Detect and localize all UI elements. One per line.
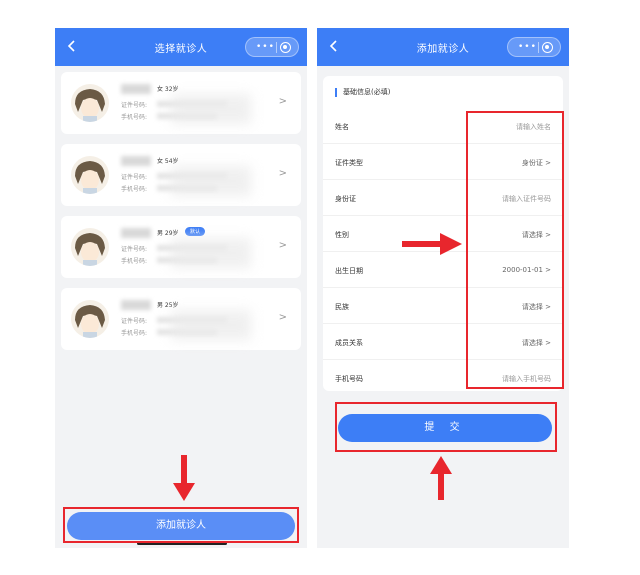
id-label: 证件号码: — [121, 318, 148, 325]
patient-name-blurred — [121, 300, 151, 310]
id-label: 证件号码: — [121, 102, 148, 109]
id-label: 证件号码: — [121, 174, 148, 181]
patient-gender-age: 女 32岁 — [157, 86, 179, 93]
section-title: 基础信息(必填) — [335, 88, 390, 97]
field-label: 性别 — [335, 231, 349, 239]
patient-card[interactable]: 男 25岁 证件号码: 手机号码: > — [61, 288, 301, 350]
more-dots-icon[interactable]: ••• — [518, 43, 537, 52]
chevron-right-icon: > — [278, 96, 287, 107]
patient-name-blurred — [121, 228, 151, 238]
field-label: 手机号码 — [335, 375, 363, 383]
mini-program-capsule[interactable]: ••• — [245, 37, 299, 57]
capsule-divider — [276, 42, 277, 53]
patient-gender-age: 女 54岁 — [157, 158, 179, 165]
avatar — [71, 84, 109, 122]
default-badge: 默认 — [185, 227, 206, 236]
patient-name-blurred — [121, 156, 151, 166]
arrow-right-icon — [402, 233, 462, 255]
privacy-blur — [171, 166, 251, 196]
highlight-form-values — [466, 111, 564, 389]
field-label: 民族 — [335, 303, 349, 311]
field-label: 身份证 — [335, 195, 356, 203]
highlight-add-button — [63, 507, 299, 543]
patient-name-blurred — [121, 84, 151, 94]
nav-bar: 添加就诊人 ••• — [317, 28, 569, 66]
patient-gender-age: 男 25岁 — [157, 302, 179, 309]
highlight-submit-button — [335, 402, 557, 452]
phone-label: 手机号码: — [121, 330, 148, 337]
chevron-right-icon: > — [278, 312, 287, 323]
phone-label: 手机号码: — [121, 258, 148, 265]
chevron-right-icon: > — [278, 240, 287, 251]
patient-card[interactable]: 女 54岁 证件号码: 手机号码: > — [61, 144, 301, 206]
target-icon[interactable] — [542, 42, 553, 53]
capsule-divider — [538, 42, 539, 53]
privacy-blur — [171, 238, 251, 268]
more-dots-icon[interactable]: ••• — [256, 43, 275, 52]
id-label: 证件号码: — [121, 246, 148, 253]
arrow-up-icon — [430, 456, 452, 500]
target-icon[interactable] — [280, 42, 291, 53]
avatar — [71, 156, 109, 194]
privacy-blur — [171, 310, 251, 340]
field-label: 出生日期 — [335, 267, 363, 275]
field-label: 证件类型 — [335, 159, 363, 167]
phone-label: 手机号码: — [121, 186, 148, 193]
nav-bar: 选择就诊人 ••• — [55, 28, 307, 66]
phone-label: 手机号码: — [121, 114, 148, 121]
patient-card[interactable]: 女 32岁 证件号码: 手机号码: > — [61, 72, 301, 134]
mini-program-capsule[interactable]: ••• — [507, 37, 561, 57]
field-label: 姓名 — [335, 123, 349, 131]
tutorial-screenshot: 选择就诊人 ••• 女 32岁 证件号码: 手机号码: > 女 54岁 证件号码… — [0, 0, 640, 575]
privacy-blur — [171, 94, 251, 124]
patient-gender-age: 男 29岁 — [157, 230, 179, 237]
arrow-down-icon — [173, 455, 195, 501]
avatar — [71, 228, 109, 266]
avatar — [71, 300, 109, 338]
chevron-right-icon: > — [278, 168, 287, 179]
field-label: 成员关系 — [335, 339, 363, 347]
patient-card[interactable]: 男 29岁 默认 证件号码: 手机号码: > — [61, 216, 301, 278]
